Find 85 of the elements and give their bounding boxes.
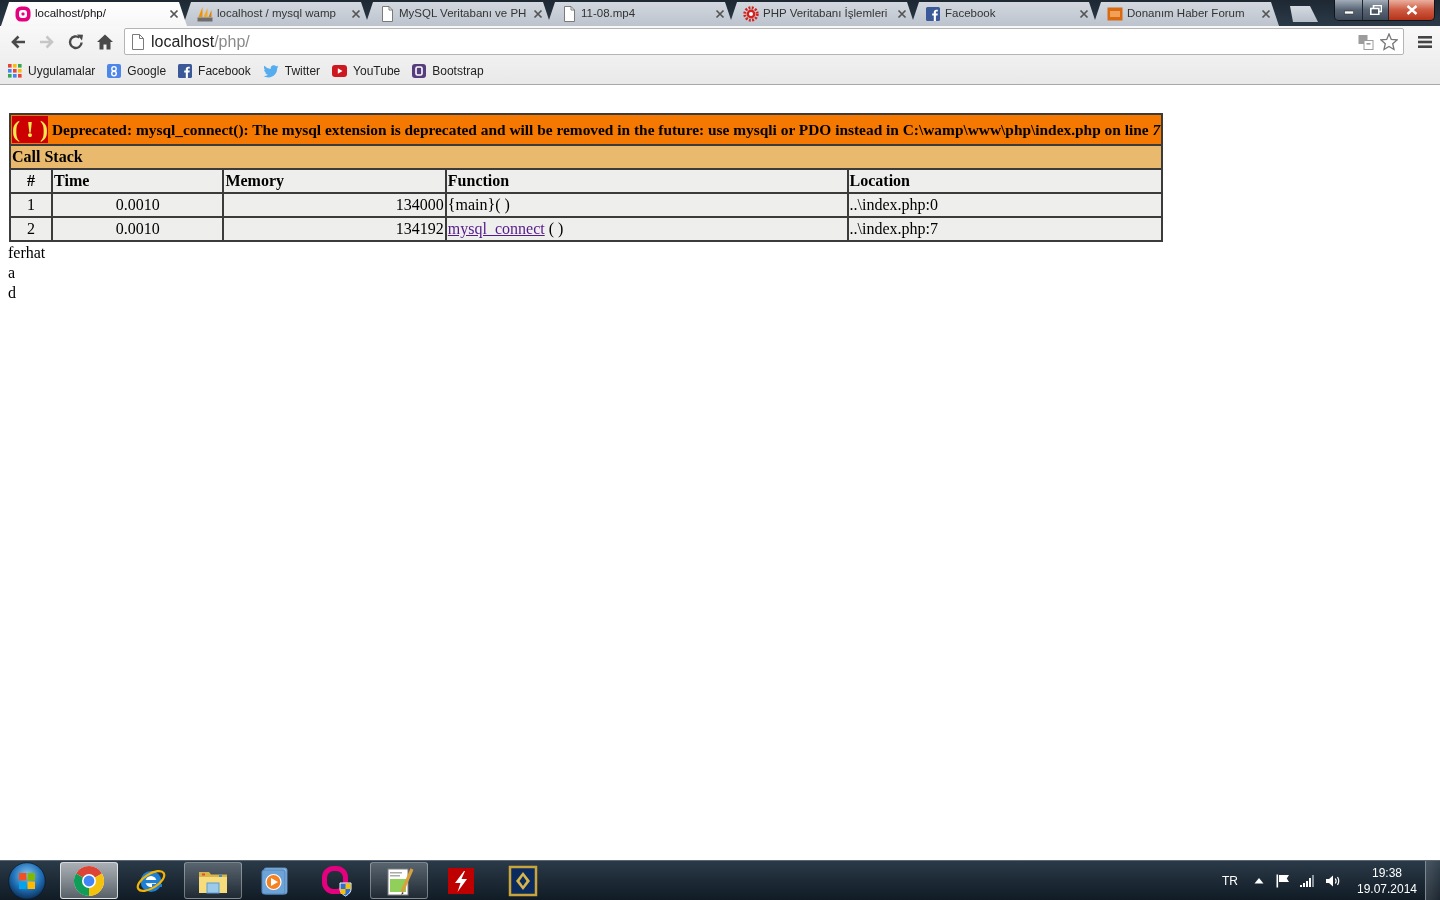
table-cell: {main}( ) — [445, 193, 848, 217]
logo-icon — [178, 63, 193, 78]
taskbar-button[interactable] — [370, 862, 428, 899]
logo-icon — [507, 864, 539, 897]
menu-icon — [1418, 35, 1432, 48]
close-icon[interactable] — [897, 9, 907, 19]
close-icon[interactable] — [533, 9, 543, 19]
column-header: Time — [52, 169, 224, 193]
table-cell: 134192 — [223, 217, 446, 241]
close-button[interactable] — [1388, 0, 1434, 20]
browser-tab[interactable]: MySQL Veritabanı ve PH — [365, 2, 551, 26]
circle-logo-icon — [73, 864, 105, 897]
show-desktop-button[interactable] — [1425, 860, 1440, 900]
gear-icon — [743, 6, 759, 22]
restore-icon — [1369, 5, 1382, 15]
browser-tab[interactable]: localhost / mysql wamp — [183, 2, 369, 26]
triangle-up-icon[interactable] — [1254, 877, 1264, 884]
table-cell: 1 — [10, 193, 53, 217]
column-header: # — [10, 169, 53, 193]
browser-tab[interactable]: localhost/php/ — [1, 2, 187, 26]
bookmark-link[interactable]: YouTube — [327, 59, 406, 82]
play-icon — [259, 864, 291, 897]
volume-icon[interactable] — [1325, 873, 1341, 888]
output-text: ferhat — [8, 243, 47, 263]
column-header: Function — [445, 169, 848, 193]
close-icon[interactable] — [351, 9, 361, 19]
browser-tab[interactable]: PHP Veritabanı İşlemleri — [729, 2, 915, 26]
logo-icon — [197, 6, 213, 22]
url-path-text: /php/ — [214, 31, 250, 52]
bookmark-link[interactable]: Facebook — [173, 59, 256, 82]
address-bar[interactable]: localhost/php/ — [124, 28, 1404, 55]
url-host-text: localhost — [151, 31, 215, 52]
bookmark-link[interactable]: Bootstrap — [407, 59, 489, 82]
table-cell: ..\index.php:7 — [847, 217, 1163, 241]
close-icon[interactable] — [1261, 9, 1271, 19]
bookmark-link[interactable]: Uygulamalar — [3, 59, 101, 82]
function-link[interactable]: mysql_connect — [447, 220, 545, 237]
logo-icon — [321, 864, 353, 897]
column-header: Memory — [223, 169, 446, 193]
orb-icon — [8, 861, 46, 900]
warning-sign: ( ! ) — [12, 116, 48, 143]
star-icon[interactable] — [1380, 32, 1398, 51]
clock-date[interactable]: 19.07.2014 — [1356, 880, 1418, 897]
browser-tab[interactable]: Facebook — [911, 2, 1097, 26]
bird-icon — [262, 63, 279, 78]
restore-button[interactable] — [1362, 0, 1388, 20]
close-icon[interactable] — [715, 9, 725, 19]
table-cell: 0.0010 — [52, 217, 224, 241]
close-icon[interactable] — [1079, 9, 1089, 19]
play-icon — [332, 63, 348, 78]
reload-icon — [66, 32, 85, 51]
home-icon — [95, 32, 114, 51]
page-icon — [131, 33, 145, 50]
bookmark-link[interactable]: Twitter — [257, 59, 326, 82]
args-text: ( ) — [548, 220, 564, 237]
taskbar-button[interactable] — [184, 862, 242, 899]
table-cell: 2 — [10, 217, 53, 241]
page-icon — [379, 6, 395, 22]
logo-icon — [412, 63, 427, 78]
error-message: Deprecated: mysql_connect(): The mysql extension is deprecated and will be removed in the future: use mysqli or PDO instead in C:\wamp\www\php\index.php on line 7 — [52, 120, 1161, 138]
signal-icon[interactable] — [1300, 874, 1314, 887]
start-button[interactable] — [7, 860, 47, 900]
language-indicator[interactable]: TR — [1222, 871, 1238, 890]
logo-icon — [107, 63, 122, 78]
output-text: a — [8, 263, 17, 283]
output-text: d — [8, 283, 17, 303]
bookmark-link[interactable]: Google — [102, 59, 172, 82]
logo-icon — [1107, 6, 1123, 22]
table-cell: 0.0010 — [52, 193, 224, 217]
close-icon — [1405, 5, 1418, 15]
column-header: Location — [847, 169, 1163, 193]
browser-tab[interactable]: Donanım Haber Forum — [1093, 2, 1279, 26]
page-icon — [561, 6, 577, 22]
table-cell: ..\index.php:0 — [847, 193, 1163, 217]
minimize-button[interactable] — [1335, 0, 1362, 20]
translate-icon[interactable] — [1358, 33, 1374, 50]
logo-icon — [15, 6, 31, 22]
logo-icon — [925, 6, 941, 22]
flag-icon[interactable] — [1276, 873, 1290, 888]
clock-time[interactable]: 19:38 — [1372, 864, 1402, 881]
table-cell: 134000 — [223, 193, 446, 217]
grid-icon — [8, 63, 22, 78]
browser-tab[interactable]: 11-08.mp4 — [547, 2, 733, 26]
call-stack-heading: Call Stack — [10, 145, 1163, 169]
close-icon[interactable] — [169, 9, 179, 19]
